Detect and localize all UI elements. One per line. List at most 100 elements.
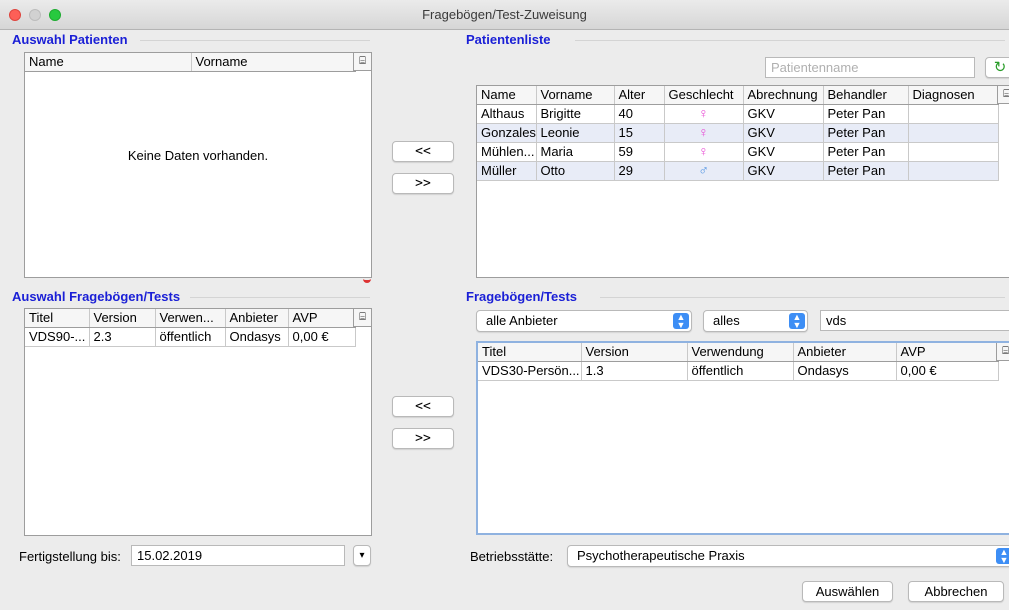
select-arrows-icon: ▲ ▼ — [673, 313, 689, 330]
cell-diagnosen — [908, 142, 999, 162]
cell-alter: 59 — [614, 142, 665, 162]
section-divider — [140, 40, 370, 41]
cell-vorname: Maria — [536, 142, 615, 162]
completion-date-label: Fertigstellung bis: — [19, 549, 121, 564]
column-header-anbieter[interactable]: Anbieter — [225, 309, 289, 328]
female-icon: ♀ — [698, 143, 709, 159]
completion-date-field[interactable]: 15.02.2019 — [131, 545, 345, 566]
cell-behandler: Peter Pan — [823, 123, 909, 143]
resize-handle-icon[interactable] — [363, 278, 371, 283]
section-title-patientenliste: Patientenliste — [466, 32, 555, 47]
cell-behandler: Peter Pan — [823, 142, 909, 162]
table-row[interactable]: Müller Otto 29 ♂ GKV Peter Pan — [477, 161, 999, 181]
section-title-frageboegen: Fragebögen/Tests — [466, 289, 582, 304]
column-chooser-icon[interactable]: ⌸ — [353, 309, 371, 327]
column-header-version[interactable]: Version — [89, 309, 156, 328]
cell-alter: 29 — [614, 161, 665, 181]
column-header-version[interactable]: Version — [581, 343, 688, 362]
cell-titel: VDS90-... — [25, 327, 90, 347]
table-row[interactable]: Gonzales Leonie 15 ♀ GKV Peter Pan — [477, 123, 999, 143]
patient-list-table[interactable]: Name Vorname Alter Geschlecht Abrechnung… — [476, 85, 1009, 278]
cell-anbieter: Ondasys — [225, 327, 289, 347]
column-chooser-icon[interactable]: ⌸ — [353, 53, 371, 71]
cell-name: Althaus — [477, 104, 537, 124]
cell-diagnosen — [908, 161, 999, 181]
scope-filter-value: alles — [713, 313, 740, 328]
move-left-button[interactable]: << — [392, 141, 454, 162]
column-chooser-icon[interactable]: ⌸ — [997, 86, 1009, 104]
column-header-avp[interactable]: AVP — [896, 343, 999, 362]
refresh-icon: ↻ — [993, 58, 1007, 76]
questionnaire-search-input[interactable]: vds — [820, 310, 1009, 331]
select-arrows-icon: ▲ ▼ — [996, 548, 1009, 565]
cell-abrechnung: GKV — [743, 104, 824, 124]
cell-alter: 40 — [614, 104, 665, 124]
cell-anbieter: Ondasys — [793, 361, 897, 381]
empty-state-text: Keine Daten vorhanden. — [127, 148, 269, 163]
table-row[interactable]: VDS30-Persön... 1.3 öffentlich Ondasys 0… — [478, 361, 999, 381]
female-icon: ♀ — [698, 124, 709, 140]
column-header-titel[interactable]: Titel — [25, 309, 90, 328]
select-button[interactable]: Auswählen — [802, 581, 893, 602]
male-icon: ♂ — [698, 162, 709, 178]
cell-abrechnung: GKV — [743, 123, 824, 143]
column-header-vorname[interactable]: Vorname — [536, 86, 615, 105]
cell-name: Gonzales — [477, 123, 537, 143]
selected-patients-table[interactable]: Name Vorname ⌸ Keine Daten vorhanden. — [24, 52, 372, 278]
title-bar: Fragebögen/Test-Zuweisung — [0, 0, 1009, 30]
table-row[interactable]: Mühlen... Maria 59 ♀ GKV Peter Pan — [477, 142, 999, 162]
section-divider — [575, 40, 1005, 41]
column-header-titel[interactable]: Titel — [478, 343, 582, 362]
column-header-vorname[interactable]: Vorname — [191, 53, 356, 72]
move-right-button[interactable]: >> — [392, 173, 454, 194]
column-header-verwendung[interactable]: Verwendung — [687, 343, 794, 362]
table-row[interactable]: VDS90-... 2.3 öffentlich Ondasys 0,00 € — [25, 327, 356, 347]
scope-filter-select[interactable]: alles ▲ ▼ — [703, 310, 808, 332]
section-divider — [600, 297, 1005, 298]
cell-verwendung: öffentlich — [687, 361, 794, 381]
cell-alter: 15 — [614, 123, 665, 143]
questionnaire-list-table[interactable]: Titel Version Verwendung Anbieter AVP VD… — [476, 341, 1009, 535]
provider-filter-select[interactable]: alle Anbieter ▲ ▼ — [476, 310, 692, 332]
column-header-name[interactable]: Name — [25, 53, 192, 72]
patient-search-placeholder: Patientenname — [771, 60, 859, 75]
column-header-verwendung[interactable]: Verwen... — [155, 309, 226, 328]
female-icon: ♀ — [698, 105, 709, 121]
cell-version: 2.3 — [89, 327, 156, 347]
move-left-button[interactable]: << — [392, 396, 454, 417]
cancel-button[interactable]: Abbrechen — [908, 581, 1004, 602]
table-row[interactable]: Althaus Brigitte 40 ♀ GKV Peter Pan — [477, 104, 999, 124]
location-value: Psychotherapeutische Praxis — [577, 548, 745, 563]
column-header-diagnosen[interactable]: Diagnosen — [908, 86, 999, 105]
location-select[interactable]: Psychotherapeutische Praxis ▲ ▼ — [567, 545, 1009, 567]
column-header-avp[interactable]: AVP — [288, 309, 356, 328]
selected-questionnaires-table[interactable]: Titel Version Verwen... Anbieter AVP VDS… — [24, 308, 372, 536]
column-header-geschlecht[interactable]: Geschlecht — [664, 86, 744, 105]
cell-avp: 0,00 € — [896, 361, 999, 381]
column-header-anbieter[interactable]: Anbieter — [793, 343, 897, 362]
cell-abrechnung: GKV — [743, 142, 824, 162]
column-header-abrechnung[interactable]: Abrechnung — [743, 86, 824, 105]
cell-diagnosen — [908, 104, 999, 124]
section-title-auswahl-patienten: Auswahl Patienten — [12, 32, 132, 47]
date-picker-button[interactable]: ▾ — [353, 545, 371, 566]
cell-avp: 0,00 € — [288, 327, 356, 347]
cell-verwendung: öffentlich — [155, 327, 226, 347]
cell-behandler: Peter Pan — [823, 104, 909, 124]
cell-vorname: Otto — [536, 161, 615, 181]
window-title: Fragebögen/Test-Zuweisung — [422, 7, 587, 22]
cell-name: Mühlen... — [477, 142, 537, 162]
column-header-alter[interactable]: Alter — [614, 86, 665, 105]
column-header-name[interactable]: Name — [477, 86, 537, 105]
cell-vorname: Brigitte — [536, 104, 615, 124]
patient-search-input[interactable]: Patientenname — [765, 57, 975, 78]
column-chooser-icon[interactable]: ⌸ — [996, 343, 1009, 361]
cell-titel: VDS30-Persön... — [478, 361, 582, 381]
refresh-button[interactable]: ↻ — [985, 57, 1009, 78]
move-right-button[interactable]: >> — [392, 428, 454, 449]
cell-abrechnung: GKV — [743, 161, 824, 181]
column-header-behandler[interactable]: Behandler — [823, 86, 909, 105]
location-label: Betriebsstätte: — [470, 549, 554, 564]
chevron-down-icon: ▾ — [359, 550, 365, 561]
section-title-auswahl-frageboegen: Auswahl Fragebögen/Tests — [12, 289, 185, 304]
